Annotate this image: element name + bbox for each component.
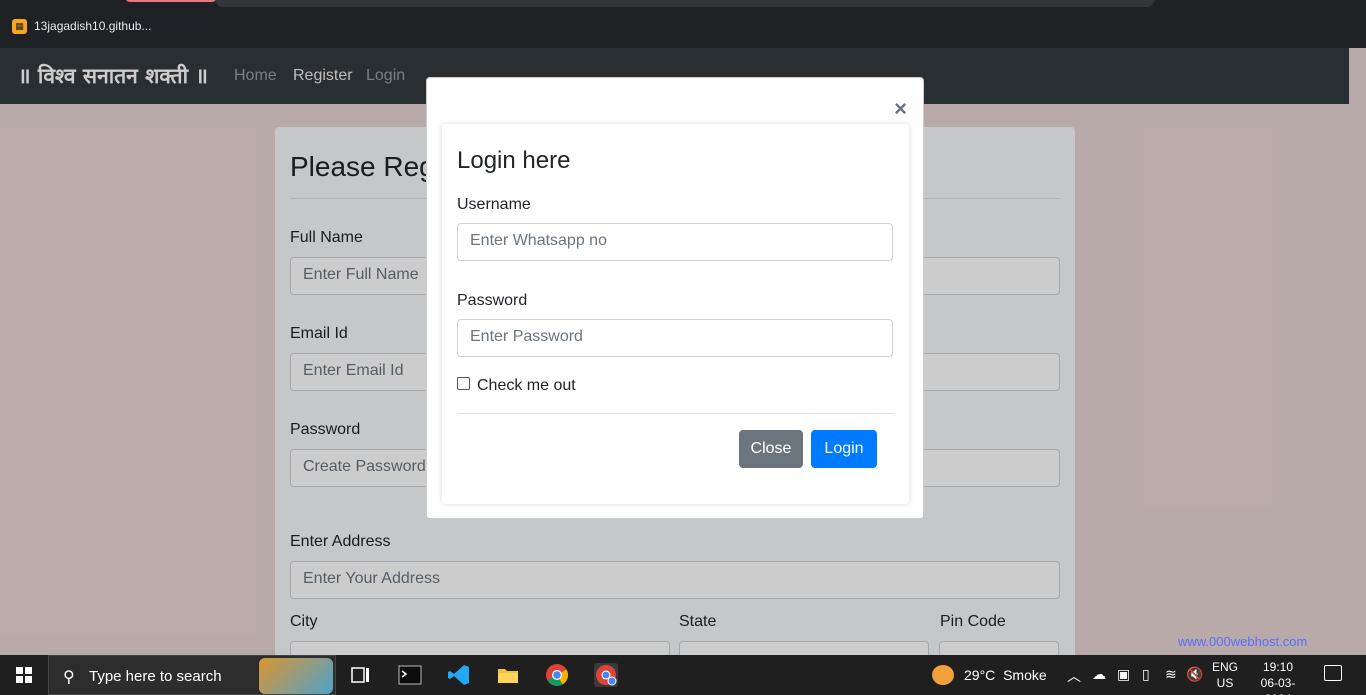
- username-input[interactable]: Enter Whatsapp no: [457, 223, 893, 261]
- password-input[interactable]: Enter Password: [457, 319, 893, 357]
- volume-muted-icon[interactable]: 🔇: [1186, 666, 1203, 683]
- chrome-icon[interactable]: [545, 663, 569, 687]
- login-heading: Login here: [457, 147, 571, 174]
- language-indicator[interactable]: ENG US: [1212, 659, 1238, 691]
- password-label: Password: [457, 292, 528, 309]
- meet-icon[interactable]: ▣: [1117, 666, 1130, 683]
- address-bar[interactable]: [215, 0, 1155, 7]
- search-placeholder: Type here to search: [89, 668, 222, 685]
- chrome-active-icon[interactable]: [594, 663, 618, 687]
- login-modal: × Login here Username Enter Whatsapp no …: [426, 77, 924, 519]
- search-highlight-image: [259, 658, 333, 694]
- wifi-icon[interactable]: ≋: [1165, 666, 1177, 683]
- clock-date: 06-03-2024: [1260, 676, 1296, 695]
- clock-time: 19:10: [1262, 660, 1294, 674]
- remember-label[interactable]: Check me out: [477, 377, 576, 395]
- search-icon: ⚲: [63, 669, 75, 686]
- weather-icon[interactable]: [932, 665, 954, 685]
- file-explorer-icon[interactable]: [496, 663, 520, 687]
- battery-icon[interactable]: ▯: [1142, 666, 1150, 683]
- weather-widget[interactable]: 29°C Smoke: [964, 667, 1047, 683]
- app-icon: ▦: [12, 19, 27, 34]
- close-icon[interactable]: ×: [894, 96, 907, 122]
- username-label: Username: [457, 196, 531, 213]
- remember-checkbox[interactable]: [457, 377, 470, 390]
- language-code: ENG: [1212, 660, 1239, 674]
- divider: [457, 413, 894, 414]
- region-code: US: [1216, 676, 1234, 690]
- active-tab-indicator[interactable]: [125, 0, 217, 2]
- vscode-icon[interactable]: [447, 663, 471, 687]
- terminal-icon[interactable]: [398, 663, 422, 687]
- app-window-title: 13jagadish10.github...: [34, 19, 152, 33]
- system-clock[interactable]: 19:10 06-03-2024: [1248, 659, 1308, 695]
- temperature-text: 29°C: [964, 667, 996, 683]
- close-button[interactable]: Close: [739, 430, 803, 468]
- login-form: Login here Username Enter Whatsapp no Pa…: [442, 124, 909, 504]
- windows-taskbar: ⚲ Type here to search 29°C Smoke ︿ ☁ ▣ ▯…: [0, 655, 1366, 695]
- weather-condition-text: Smoke: [1003, 667, 1047, 683]
- login-button[interactable]: Login: [811, 430, 877, 468]
- taskbar-search-box[interactable]: ⚲ Type here to search: [48, 655, 336, 695]
- notification-icon[interactable]: [1324, 665, 1342, 681]
- onedrive-icon[interactable]: ☁: [1092, 666, 1106, 683]
- host-watermark-link[interactable]: www.000webhost.com: [1178, 634, 1307, 649]
- browser-chrome: ▦ 13jagadish10.github...: [0, 0, 1366, 48]
- chevron-up-icon[interactable]: ︿: [1067, 666, 1081, 686]
- windows-start-icon[interactable]: [16, 667, 32, 683]
- task-view-icon[interactable]: [349, 663, 373, 687]
